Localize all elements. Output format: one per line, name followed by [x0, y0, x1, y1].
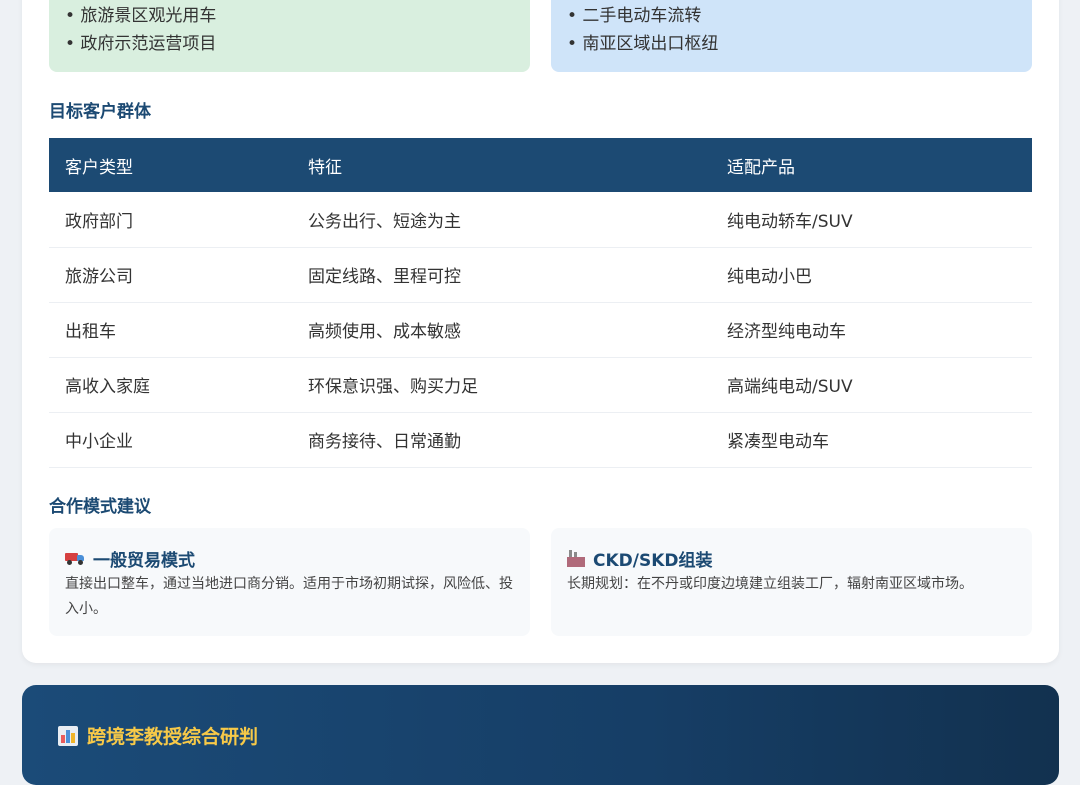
- table-cell: 纯电动小巴: [711, 247, 1032, 303]
- scenario-item: • 政府示范运营项目: [65, 34, 217, 54]
- table-row: 出租车 高频使用、成本敏感 经济型纯电动车: [49, 302, 1032, 358]
- table-row: 高收入家庭 环保意识强、购买力足 高端纯电动/SUV: [49, 357, 1032, 413]
- mode-title: 一般贸易模式: [93, 550, 195, 571]
- column-header: 适配产品: [727, 157, 795, 178]
- table-row: 旅游公司 固定线路、里程可控 纯电动小巴: [49, 247, 1032, 303]
- customer-table: 客户类型 特征 适配产品 政府部门 公务出行、短途为主 纯电动轿车/SUV 旅游…: [49, 138, 1032, 468]
- table-cell: 高收入家庭: [49, 357, 292, 413]
- scenario-item: • 二手电动车流转: [567, 6, 702, 26]
- analysis-title: 跨境李教授综合研判: [87, 726, 259, 748]
- column-header: 特征: [308, 157, 342, 178]
- scenario-item: • 旅游景区观光用车: [65, 6, 217, 26]
- table-cell: 政府部门: [49, 192, 292, 248]
- table-cell: 经济型纯电动车: [711, 302, 1032, 358]
- mode-description: 长期规划：在不丹或印度边境建立组装工厂，辐射南亚区域市场。: [567, 576, 973, 592]
- section-title-customers: 目标客户群体: [49, 102, 151, 122]
- table-cell: 出租车: [49, 302, 292, 358]
- table-cell: 纯电动轿车/SUV: [711, 192, 1032, 248]
- scenario-box-left: • 旅游景区观光用车 • 政府示范运营项目: [49, 0, 530, 72]
- mode-title: CKD/SKD组装: [593, 550, 713, 571]
- factory-icon: [567, 549, 585, 567]
- analysis-panel: 跨境李教授综合研判: [22, 685, 1059, 785]
- table-header-row: 客户类型 特征 适配产品: [49, 138, 1032, 192]
- table-cell: 高端纯电动/SUV: [711, 357, 1032, 413]
- table-row: 中小企业 商务接待、日常通勤 紧凑型电动车: [49, 412, 1032, 468]
- truck-icon: [65, 551, 85, 565]
- bar-chart-icon: [58, 725, 78, 746]
- table-cell: 紧凑型电动车: [711, 412, 1032, 468]
- column-header: 客户类型: [65, 157, 133, 178]
- table-cell: 环保意识强、购买力足: [292, 357, 711, 413]
- table-row: 政府部门 公务出行、短途为主 纯电动轿车/SUV: [49, 192, 1032, 248]
- mode-card-general-trade: 一般贸易模式 直接出口整车，通过当地进口商分销。适用于市场初期试探，风险低、投入…: [49, 528, 530, 636]
- table-cell: 高频使用、成本敏感: [292, 302, 711, 358]
- scenario-item: • 南亚区域出口枢纽: [567, 34, 719, 54]
- scenario-box-right: • 二手电动车流转 • 南亚区域出口枢纽: [551, 0, 1032, 72]
- table-cell: 中小企业: [49, 412, 292, 468]
- mode-description: 直接出口整车，通过当地进口商分销。适用于市场初期试探，风险低、投入小。: [65, 576, 513, 617]
- table-cell: 固定线路、里程可控: [292, 247, 711, 303]
- section-title-cooperation: 合作模式建议: [49, 497, 151, 517]
- table-cell: 公务出行、短途为主: [292, 192, 711, 248]
- mode-card-ckd-skd: CKD/SKD组装 长期规划：在不丹或印度边境建立组装工厂，辐射南亚区域市场。: [551, 528, 1032, 636]
- table-cell: 旅游公司: [49, 247, 292, 303]
- table-cell: 商务接待、日常通勤: [292, 412, 711, 468]
